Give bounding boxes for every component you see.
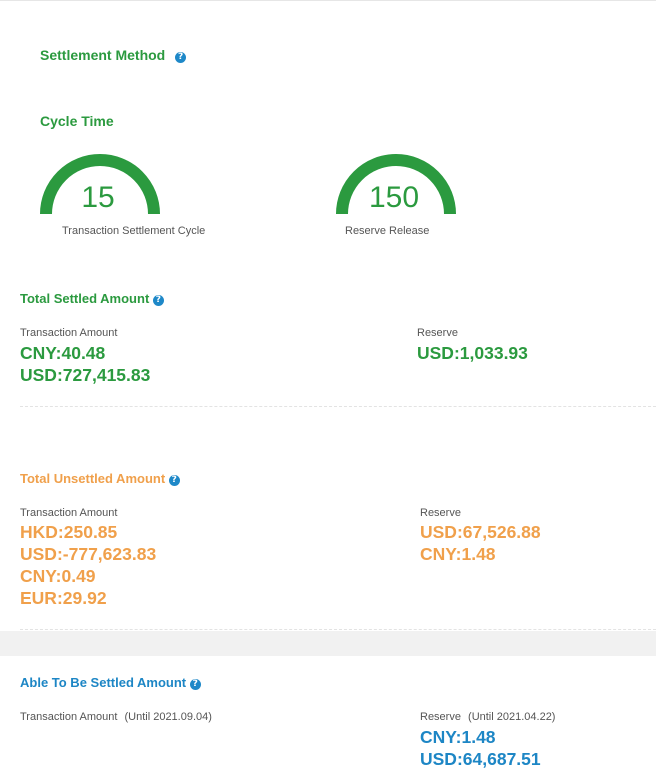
amount-value: CNY:1.48 [420, 544, 496, 564]
amount-value: CNY:0.49 [20, 566, 96, 586]
help-icon[interactable]: ? [175, 52, 187, 63]
able-reserve-amounts: CNY:1.48 USD:64,687.51 [420, 726, 541, 770]
amount-value: USD:727,415.83 [20, 365, 151, 385]
able-to-settle-label: Able To Be Settled Amount [20, 675, 187, 690]
unsettled-transaction-amounts: HKD:250.85 USD:-777,623.83 CNY:0.49 EUR:… [20, 521, 156, 609]
unsettled-reserve-amounts: USD:67,526.88 CNY:1.48 [420, 521, 541, 565]
gauge-value: 15 [81, 181, 115, 214]
gauge-label: Transaction Settlement Cycle [62, 225, 206, 237]
reserve-header: Reserve (Until 2021.04.22) [420, 711, 555, 723]
help-icon[interactable]: ? [152, 295, 164, 306]
transaction-amount-label: Transaction Amount [20, 327, 118, 339]
help-icon[interactable]: ? [189, 679, 201, 690]
able-to-settle-title: Able To Be Settled Amount ? [20, 675, 201, 690]
amount-value: HKD:250.85 [20, 522, 118, 542]
dashed-divider [20, 629, 656, 630]
total-settled-title: Total Settled Amount ? [20, 291, 164, 306]
transaction-amount-label: Transaction Amount [20, 507, 118, 519]
until-date: (Until 2021.04.22) [468, 711, 556, 723]
amount-value: USD:1,033.93 [417, 343, 528, 363]
total-unsettled-title: Total Unsettled Amount ? [20, 471, 180, 486]
amount-value: EUR:29.92 [20, 588, 107, 608]
settlement-method-title: Settlement Method ? [40, 47, 187, 63]
cycle-time-title: Cycle Time [40, 113, 114, 129]
top-divider [0, 0, 656, 1]
settled-transaction-amounts: CNY:40.48 USD:727,415.83 [20, 342, 150, 386]
until-date: (Until 2021.09.04) [124, 711, 212, 723]
settlement-method-label: Settlement Method [40, 47, 166, 63]
amount-value: CNY:40.48 [20, 343, 106, 363]
amount-value: CNY:1.48 [420, 727, 496, 747]
help-icon[interactable]: ? [168, 475, 180, 486]
transaction-amount-label: Transaction Amount [20, 711, 118, 723]
reserve-label: Reserve [417, 327, 458, 339]
dashed-divider [20, 406, 656, 407]
gauge-value: 150 [368, 181, 420, 214]
total-unsettled-label: Total Unsettled Amount [20, 471, 166, 486]
settled-reserve-amounts: USD:1,033.93 [417, 342, 528, 364]
amount-value: USD:67,526.88 [420, 522, 541, 542]
transaction-amount-header: Transaction Amount (Until 2021.09.04) [20, 711, 212, 723]
total-settled-label: Total Settled Amount [20, 291, 150, 306]
reserve-label: Reserve [420, 507, 461, 519]
reserve-label: Reserve [420, 711, 461, 723]
section-separator [0, 631, 656, 656]
amount-value: USD:-777,623.83 [20, 544, 157, 564]
amount-value: USD:64,687.51 [420, 749, 541, 769]
gauge-label: Reserve Release [345, 225, 430, 237]
